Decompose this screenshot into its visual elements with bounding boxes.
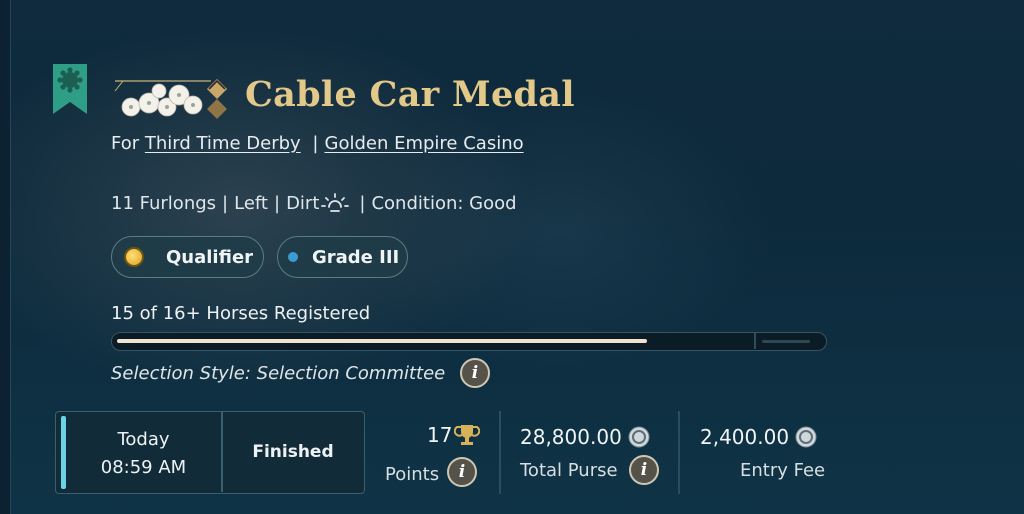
medal-flowers-icon (114, 79, 227, 119)
divider (499, 411, 501, 494)
registration-progress-bar (111, 332, 827, 351)
race-state: Finished (252, 442, 334, 462)
purse-value-row: 28,800.00 (520, 425, 650, 449)
separator: | (273, 192, 281, 214)
separator: | (222, 192, 229, 214)
race-day: Today (117, 429, 170, 450)
venue-link[interactable]: Golden Empire Casino (325, 133, 524, 154)
registered-count: 15 (111, 303, 134, 324)
progress-fill (117, 339, 647, 343)
registered-text: of 16+ Horses Registered (133, 303, 371, 324)
grade-badge[interactable]: Grade III (277, 236, 408, 278)
race-status-card: Today 08:59 AM Finished (55, 411, 365, 494)
qualifier-icon (124, 247, 144, 267)
qualifier-label: Qualifier (166, 246, 254, 268)
coin-icon (795, 426, 817, 448)
divider (678, 411, 680, 494)
trophy-icon (454, 425, 481, 445)
selection-info-icon[interactable]: i (460, 358, 490, 388)
direction-text: Left (234, 192, 268, 214)
progress-remaining (762, 340, 810, 343)
total-purse-value: 28,800.00 (520, 425, 622, 449)
fee-value-row: 2,400.00 (700, 425, 817, 449)
race-subline: For Third Time Derby | Golden Empire Casi… (111, 133, 524, 154)
surface-text: Dirt (286, 192, 320, 214)
grade-dot-icon (288, 252, 298, 262)
points-info-icon[interactable]: i (447, 457, 477, 487)
race-conditions: 11 Furlongs | Left | Dirt | Condition: G… (111, 192, 517, 214)
sun-icon (321, 193, 350, 212)
bookmark-icon[interactable] (53, 64, 87, 114)
race-datetime: Today 08:59 AM (66, 426, 221, 482)
coin-icon (628, 426, 650, 448)
medal-title: Cable Car Medal (245, 74, 575, 115)
total-purse-label: Total Purse (520, 460, 618, 481)
selection-style: Selection Style: Selection Committee (111, 363, 446, 384)
qualifier-badge[interactable]: Qualifier (111, 236, 264, 278)
points-label: Points (385, 464, 440, 485)
grade-label: Grade III (312, 246, 400, 268)
points-value-row: 17 (427, 423, 481, 447)
race-link[interactable]: Third Time Derby (145, 133, 301, 154)
registration-count: 15 of 16+ Horses Registered (111, 303, 370, 324)
track-condition-text: Condition: Good (371, 192, 517, 214)
progress-divider (754, 333, 756, 349)
purse-info-icon[interactable]: i (629, 455, 659, 485)
separator: | (312, 133, 319, 154)
sidebar-edge (0, 0, 11, 514)
race-time: 08:59 AM (100, 457, 187, 478)
points-value: 17 (427, 423, 453, 447)
entry-fee-label: Entry Fee (740, 460, 826, 481)
separator: | (359, 192, 366, 214)
for-label: For (111, 133, 140, 154)
entry-fee-value: 2,400.00 (700, 425, 790, 449)
distance-text: 11 Furlongs (111, 192, 217, 214)
